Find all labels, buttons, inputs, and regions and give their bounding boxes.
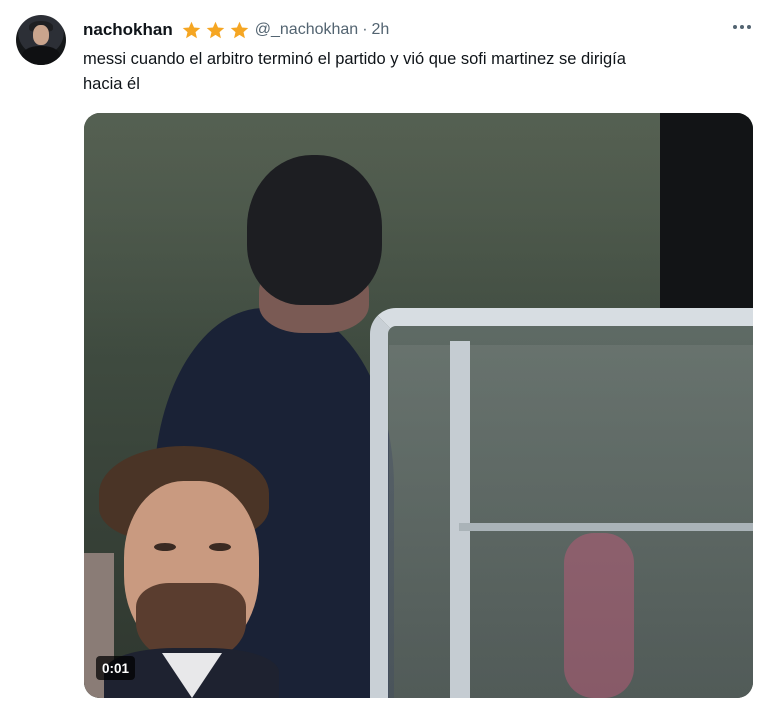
video-frame-bench-rail [450, 341, 470, 698]
video-frame-blur [564, 533, 634, 698]
video-frame-bench-bar [459, 523, 753, 531]
video-frame-man-eye [209, 543, 231, 551]
video-player[interactable]: 0:01 [84, 113, 753, 698]
video-frame-dark-area [660, 113, 753, 313]
tweet-header: nachokhan @_nachokhan · 2h [83, 18, 389, 42]
more-options-button[interactable] [729, 14, 755, 40]
star-icon [206, 21, 224, 38]
dot-icon [733, 25, 737, 29]
video-frame-man-eye [154, 543, 176, 551]
timestamp[interactable]: 2h [372, 21, 390, 39]
avatar[interactable] [16, 15, 66, 65]
avatar-shirt [22, 46, 60, 65]
dot-icon [740, 25, 744, 29]
author-handle[interactable]: @_nachokhan [255, 21, 358, 39]
star-icon [182, 21, 200, 38]
dot-icon [747, 25, 751, 29]
star-icon [230, 21, 248, 38]
video-frame-head [247, 155, 382, 305]
tweet: nachokhan @_nachokhan · 2h messi cuando … [0, 0, 767, 707]
video-duration-badge: 0:01 [96, 656, 136, 680]
separator-dot: · [362, 21, 368, 38]
badge-stars [181, 20, 250, 41]
author-name[interactable]: nachokhan [83, 20, 173, 40]
avatar-face [33, 25, 49, 45]
tweet-text: messi cuando el arbitro terminó el parti… [83, 50, 626, 93]
